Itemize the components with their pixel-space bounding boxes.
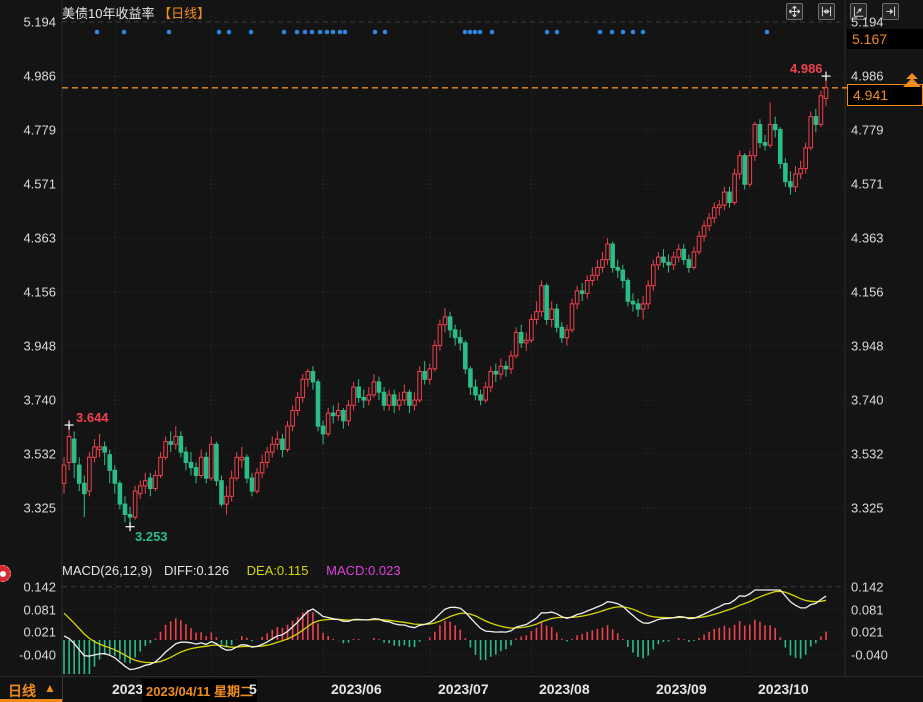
event-markers[interactable] — [95, 30, 770, 35]
macd-tick-right: 0.081 — [851, 602, 884, 617]
price-tick-left: 4.156 — [0, 284, 56, 299]
event-dot-icon — [610, 30, 615, 35]
extreme-cross-marker — [822, 72, 831, 81]
symbol-name: 美债10年收益率 — [62, 6, 154, 21]
session-high-label: 5.167 — [847, 29, 923, 49]
event-dot-icon — [282, 30, 287, 35]
macd-tick-left: 0.021 — [0, 625, 56, 640]
candlestick-series — [62, 76, 828, 527]
x-tick-month: 2023/10 — [758, 681, 809, 697]
event-dot-icon — [295, 30, 300, 35]
price-tick-right: 4.571 — [851, 176, 884, 191]
window-low-annotation: 3.253 — [135, 529, 168, 544]
event-dot-icon — [227, 30, 232, 35]
price-tick-left: 3.325 — [0, 500, 56, 515]
event-dot-icon — [555, 30, 560, 35]
macd-tick-right: 0.142 — [851, 579, 884, 594]
event-dot-icon — [478, 30, 483, 35]
price-tick-right: 3.948 — [851, 338, 884, 353]
x-tick-month: 2023/09 — [656, 681, 707, 697]
event-dot-icon — [343, 30, 348, 35]
price-tick-right: 3.325 — [851, 500, 884, 515]
price-tick-right: 3.740 — [851, 393, 884, 408]
event-dot-icon — [303, 30, 308, 35]
price-tick-left: 3.948 — [0, 338, 56, 353]
tab-period-daily[interactable]: 日线 — [8, 681, 36, 701]
price-tick-left: 4.779 — [0, 122, 56, 137]
trading-chart-window: 美债10年收益率 【日线】 5.167 4.941 — [0, 0, 923, 702]
crosshair-date-tooltip: 2023/04/11 星期二 — [142, 679, 257, 702]
price-tick-right: 4.156 — [851, 284, 884, 299]
event-dot-icon — [373, 30, 378, 35]
event-dot-icon — [331, 30, 336, 35]
price-tick-right: 3.532 — [851, 447, 884, 462]
event-dot-icon — [122, 30, 127, 35]
event-dot-icon — [338, 30, 343, 35]
price-tick-left: 4.571 — [0, 176, 56, 191]
price-tick-right: 4.986 — [851, 69, 884, 84]
macd-params-label: MACD(26,12,9) — [62, 563, 152, 578]
event-dot-icon — [641, 30, 646, 35]
event-dot-icon — [310, 30, 315, 35]
x-tick-month: 2023/06 — [331, 681, 382, 697]
fit-x-axis-icon[interactable] — [818, 3, 835, 20]
event-dot-icon — [473, 30, 478, 35]
price-tick-right: 5.194 — [851, 15, 884, 30]
macd-histogram — [64, 610, 826, 674]
event-dot-icon — [598, 30, 603, 35]
event-dot-icon — [468, 30, 473, 35]
price-tick-left: 3.532 — [0, 447, 56, 462]
period-badge: 【日线】 — [158, 6, 210, 21]
event-dot-icon — [383, 30, 388, 35]
macd-dea-value: DEA:0.115 — [247, 563, 309, 578]
event-dot-icon — [545, 30, 550, 35]
event-dot-icon — [621, 30, 626, 35]
macd-tick-right: -0.040 — [851, 648, 888, 663]
macd-diff-value: DIFF:0.126 — [164, 563, 229, 578]
pan-icon[interactable] — [786, 3, 803, 20]
left-peak-annotation: 3.644 — [76, 410, 109, 425]
event-dot-icon — [217, 30, 222, 35]
macd-tick-left: 0.142 — [0, 579, 56, 594]
macd-macd-value: MACD:0.023 — [326, 563, 400, 578]
x-tick-month: 2023/07 — [438, 681, 489, 697]
event-dot-icon — [318, 30, 323, 35]
price-tick-right: 4.779 — [851, 122, 884, 137]
chart-title: 美债10年收益率 【日线】 — [62, 3, 210, 22]
macd-tick-left: 0.081 — [0, 602, 56, 617]
event-dot-icon — [631, 30, 636, 35]
macd-tick-left: -0.040 — [0, 648, 56, 663]
footer-separator — [62, 676, 63, 702]
event-dot-icon — [490, 30, 495, 35]
macd-header: MACD(26,12,9) DIFF:0.126 DEA:0.115 MACD:… — [62, 563, 401, 578]
x-tick-month: 2023/08 — [539, 681, 590, 697]
extreme-cross-marker — [65, 421, 74, 430]
price-tick-left: 4.986 — [0, 69, 56, 84]
event-dot-icon — [325, 30, 330, 35]
x-tick-year: 2023 — [112, 681, 143, 697]
macd-tick-right: 0.021 — [851, 625, 884, 640]
price-tick-left: 4.363 — [0, 231, 56, 246]
chart-canvas[interactable] — [0, 0, 923, 702]
x-tick-partial-month: 5 — [249, 681, 257, 697]
window-high-annotation: 4.986 — [790, 61, 823, 76]
price-tick-right: 4.363 — [851, 231, 884, 246]
event-dot-icon — [167, 30, 172, 35]
period-dropdown-arrow-icon: ▲ — [44, 681, 56, 695]
event-dot-icon — [95, 30, 100, 35]
event-dot-icon — [463, 30, 468, 35]
event-dot-icon — [765, 30, 770, 35]
price-tick-left: 5.194 — [0, 15, 56, 30]
price-up-arrow-icon — [902, 72, 922, 88]
event-dot-icon — [249, 30, 254, 35]
extreme-cross-marker — [126, 522, 135, 531]
scroll-to-latest-icon[interactable] — [882, 3, 899, 20]
price-tick-left: 3.740 — [0, 393, 56, 408]
